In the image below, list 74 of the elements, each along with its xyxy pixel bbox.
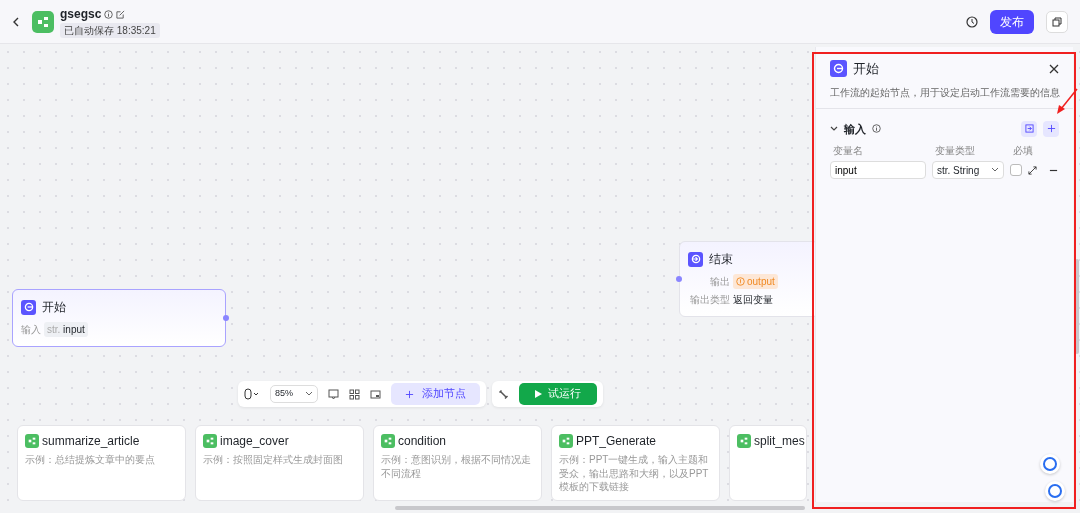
close-icon[interactable] (1049, 63, 1059, 74)
end-node-icon (688, 251, 703, 267)
variable-name-field[interactable]: input (830, 161, 926, 179)
column-header: 变量名 (833, 144, 864, 158)
template-card[interactable]: image_cover 示例：按照固定样式生成封面图 (195, 425, 364, 501)
start-node-icon (830, 60, 847, 78)
template-card[interactable]: PPT_Generate 示例：PPT一键生成，输入主题和受众，输出思路和大纲，以及PPT模板的下载链接 (551, 425, 720, 501)
import-icon[interactable] (1024, 124, 1034, 134)
template-title: image_cover (220, 433, 289, 450)
expand-icon[interactable] (1028, 165, 1037, 175)
chevron-down-icon[interactable] (991, 167, 999, 173)
field-value: 返回变量 (733, 293, 773, 307)
warning-variable-tag: output (733, 274, 778, 289)
template-card[interactable]: split_mes (729, 425, 807, 501)
info-icon[interactable] (104, 9, 114, 19)
workflow-icon (559, 434, 573, 448)
workflow-title: gsegsc (60, 6, 102, 23)
field-label: 输出 (709, 275, 730, 289)
variable-type-select[interactable]: str. String (932, 161, 1004, 179)
history-icon[interactable] (966, 15, 978, 28)
add-variable-button[interactable] (1043, 120, 1059, 137)
field-label: 输入 (21, 323, 41, 337)
connection-port[interactable] (676, 276, 682, 282)
chevron-down-icon[interactable] (305, 391, 313, 397)
copy-icon[interactable] (1052, 16, 1062, 27)
column-header: 变量类型 (935, 144, 976, 158)
start-node[interactable]: 开始 输入 str. input (12, 289, 226, 347)
plus-icon[interactable] (1046, 124, 1056, 134)
start-node-icon (21, 299, 36, 315)
comment-icon[interactable] (328, 388, 339, 400)
add-node-button[interactable]: 添加节点 (391, 383, 480, 405)
info-icon[interactable] (872, 124, 881, 134)
collapse-chevron-icon[interactable] (830, 125, 838, 132)
zoom-select[interactable]: 85% (270, 385, 318, 403)
template-title: condition (398, 433, 447, 450)
copy-button[interactable] (1046, 10, 1068, 33)
workflow-icon (25, 434, 39, 448)
layout-icon[interactable] (349, 388, 360, 400)
edit-icon[interactable] (116, 9, 126, 19)
template-card[interactable]: condition 示例：意图识别，根据不同情况走不同流程 (373, 425, 542, 501)
play-icon[interactable] (535, 390, 542, 398)
scrollbar[interactable] (395, 506, 805, 510)
template-description: 示例：按照固定样式生成封面图 (203, 453, 344, 467)
publish-button[interactable]: 发布 (990, 9, 1034, 34)
wrench-icon[interactable] (498, 388, 509, 400)
workflow-icon (203, 434, 217, 448)
template-title: summarize_article (42, 433, 140, 450)
workflow-icon (737, 434, 751, 448)
mouse-icon[interactable] (244, 388, 260, 400)
column-header: 必填 (1013, 144, 1034, 158)
required-checkbox[interactable] (1010, 164, 1022, 176)
variable-tag: str. input (44, 322, 88, 337)
panel-description: 工作流的起始节点，用于设定启动工作流需要的信息 (816, 84, 1073, 109)
import-button[interactable] (1021, 120, 1037, 137)
scrollbar[interactable] (1075, 259, 1079, 354)
node-title: 结束 (709, 251, 733, 268)
warning-icon (736, 277, 745, 286)
template-description: 示例：PPT一键生成，输入主题和受众，输出思路和大纲，以及PPT模板的下载链接 (559, 453, 710, 494)
panel-title: 开始 (853, 60, 879, 78)
field-label: 输出类型 (689, 293, 730, 307)
plus-icon[interactable] (405, 389, 414, 399)
workflow-app-icon (32, 10, 54, 33)
template-description: 示例：意图识别，根据不同情况走不同流程 (381, 453, 532, 480)
connection-port[interactable] (223, 315, 229, 321)
node-title: 开始 (42, 299, 66, 316)
template-title: split_mes (754, 433, 805, 450)
autosave-status: 已自动保存 18:35:21 (60, 23, 160, 38)
template-card[interactable]: summarize_article 示例：总结提炼文章中的要点 (17, 425, 186, 501)
back-icon[interactable] (12, 16, 20, 27)
minimap-icon[interactable] (370, 388, 381, 400)
section-title: 输入 (844, 121, 866, 137)
workflow-icon (381, 434, 395, 448)
template-description: 示例：总结提炼文章中的要点 (25, 453, 156, 467)
template-title: PPT_Generate (576, 433, 657, 450)
